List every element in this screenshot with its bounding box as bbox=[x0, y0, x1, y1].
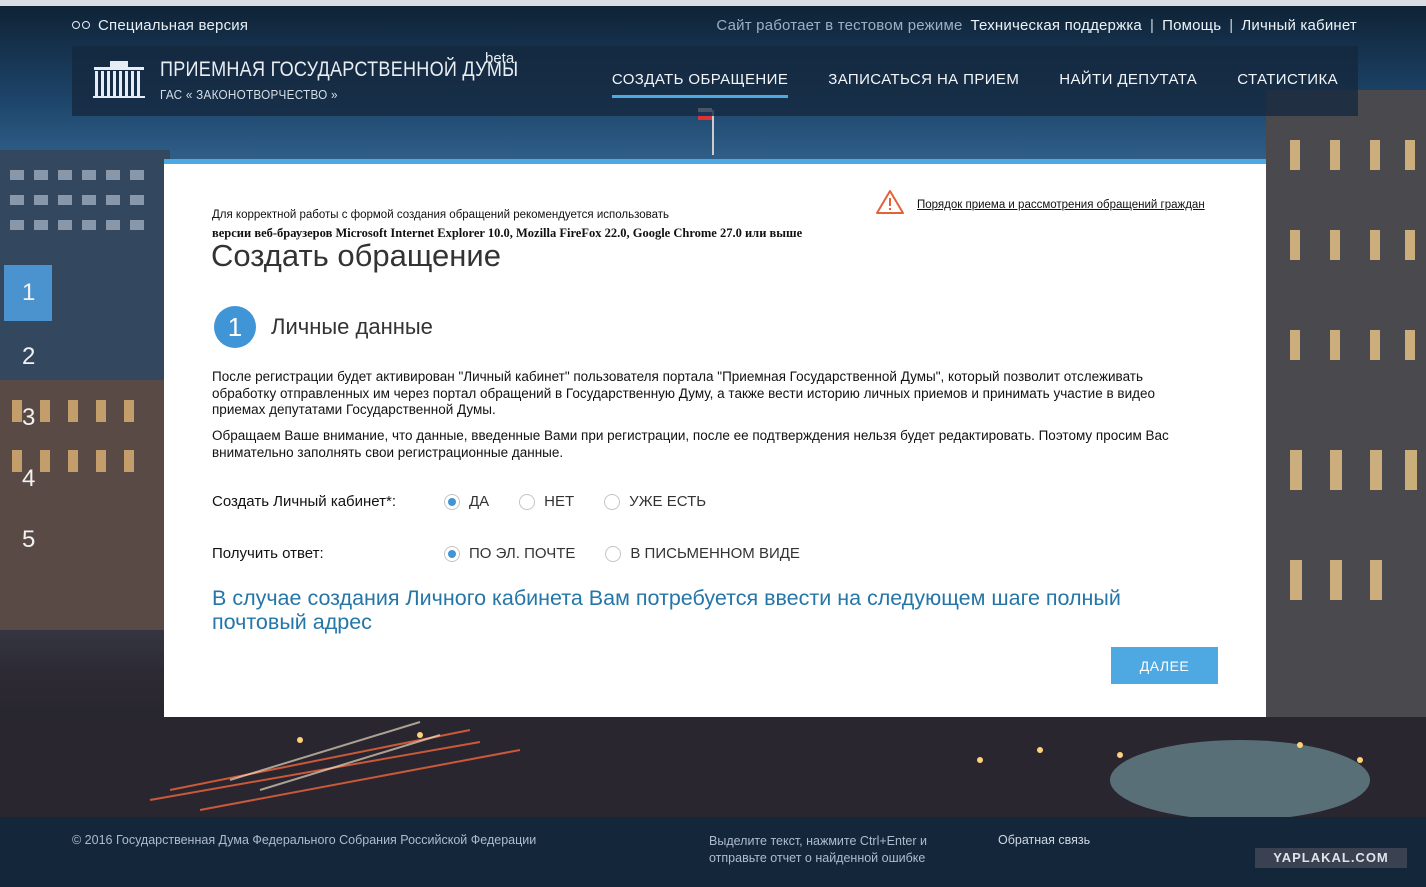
create-cabinet-no[interactable]: НЕТ bbox=[519, 493, 574, 510]
site-footer: © 2016 Государственная Дума Федерального… bbox=[0, 817, 1426, 887]
step-2[interactable]: 2 bbox=[4, 326, 52, 387]
support-link[interactable]: Техническая поддержка bbox=[971, 17, 1142, 34]
special-version-link[interactable]: Специальная версия bbox=[72, 16, 248, 34]
nav-book-reception[interactable]: ЗАПИСАТЬСЯ НА ПРИЕМ bbox=[828, 71, 1019, 92]
option-label: ПО ЭЛ. ПОЧТЕ bbox=[469, 545, 576, 562]
create-cabinet-label: Создать Личный кабинет*: bbox=[212, 493, 397, 510]
browser-note: Для корректной работы с формой создания … bbox=[212, 209, 670, 221]
separator: | bbox=[1149, 16, 1155, 34]
main-nav: СОЗДАТЬ ОБРАЩЕНИЕ ЗАПИСАТЬСЯ НА ПРИЕМ НА… bbox=[611, 46, 1338, 116]
reply-by-email[interactable]: ПО ЭЛ. ПОЧТЕ bbox=[444, 545, 575, 562]
create-cabinet-yes[interactable]: ДА bbox=[444, 493, 489, 510]
glasses-icon bbox=[72, 20, 90, 30]
step-sidebar: 1 2 3 4 5 bbox=[4, 265, 52, 570]
site-header: ПРИЕМНАЯ ГОСУДАРСТВЕННОЙ ДУМЫ ГАС « ЗАКО… bbox=[72, 46, 1358, 116]
rules-link[interactable]: Порядок приема и рассмотрения обращений … bbox=[917, 199, 1205, 211]
watermark: YAPLAKAL.COM bbox=[1255, 848, 1407, 868]
nav-create-appeal[interactable]: СОЗДАТЬ ОБРАЩЕНИЕ bbox=[611, 71, 789, 98]
radio-button-checked[interactable] bbox=[444, 493, 460, 510]
appeal-form-card: Порядок приема и рассмотрения обращений … bbox=[164, 159, 1266, 717]
feedback-link[interactable]: Обратная связь bbox=[998, 833, 1090, 847]
reply-method-label: Получить ответ: bbox=[212, 545, 324, 562]
cabinet-link[interactable]: Личный кабинет bbox=[1241, 17, 1357, 34]
option-label: В ПИСЬМЕННОМ ВИДЕ bbox=[630, 545, 800, 562]
browser-top-strip bbox=[0, 0, 1426, 6]
next-button[interactable]: ДАЛЕЕ bbox=[1111, 647, 1218, 684]
reply-method-row: Получить ответ: ПО ЭЛ. ПОЧТЕ В ПИСЬМЕННО… bbox=[212, 545, 830, 562]
page-title: Создать обращение bbox=[211, 238, 501, 273]
radio-button[interactable] bbox=[604, 493, 621, 510]
duma-building-logo[interactable] bbox=[92, 59, 146, 99]
top-links: Сайт работает в тестовом режиме Техничес… bbox=[716, 16, 1357, 34]
brand-title[interactable]: ПРИЕМНАЯ ГОСУДАРСТВЕННОЙ ДУМЫ bbox=[160, 58, 518, 82]
separator: | bbox=[1229, 16, 1234, 34]
step-title: Личные данные bbox=[271, 314, 433, 339]
beta-badge: beta bbox=[485, 50, 515, 67]
step-3[interactable]: 3 bbox=[4, 387, 52, 448]
step-1[interactable]: 1 bbox=[4, 265, 52, 321]
create-cabinet-exists[interactable]: УЖЕ ЕСТЬ bbox=[604, 493, 706, 510]
step-5[interactable]: 5 bbox=[4, 509, 52, 570]
reply-in-writing[interactable]: В ПИСЬМЕННОМ ВИДЕ bbox=[605, 545, 800, 562]
postal-address-notice: В случае создания Личного кабинета Вам п… bbox=[212, 586, 1121, 634]
special-version-label: Специальная версия bbox=[98, 16, 249, 34]
radio-button[interactable] bbox=[605, 545, 622, 562]
edit-warning: Обращаем Ваше внимание, что данные, введ… bbox=[212, 428, 1169, 460]
radio-button[interactable] bbox=[519, 493, 536, 510]
step-4[interactable]: 4 bbox=[4, 448, 52, 509]
copyright: © 2016 Государственная Дума Федерального… bbox=[72, 833, 537, 847]
option-label: ДА bbox=[469, 493, 490, 510]
test-mode-notice: Сайт работает в тестовом режиме bbox=[716, 16, 963, 34]
option-label: УЖЕ ЕСТЬ bbox=[629, 493, 707, 510]
step-number-badge: 1 bbox=[214, 306, 256, 348]
help-link[interactable]: Помощь bbox=[1162, 17, 1221, 34]
registration-info: После регистрации будет активирован "Лич… bbox=[212, 369, 1156, 417]
nav-statistics[interactable]: СТАТИСТИКА bbox=[1237, 71, 1338, 92]
report-hint-line2: отправьте отчет о найденной ошибке bbox=[709, 851, 926, 865]
option-label: НЕТ bbox=[544, 493, 575, 510]
nav-find-deputy[interactable]: НАЙТИ ДЕПУТАТА bbox=[1059, 71, 1197, 92]
create-cabinet-row: Создать Личный кабинет*: ДА НЕТ УЖЕ ЕСТЬ bbox=[212, 493, 736, 510]
brand-subtitle: ГАС « ЗАКОНОТВОРЧЕСТВО » bbox=[160, 87, 338, 102]
warning-icon bbox=[876, 190, 904, 214]
radio-button-checked[interactable] bbox=[444, 545, 460, 562]
report-hint-line1: Выделите текст, нажмите Ctrl+Enter и bbox=[709, 834, 927, 848]
error-report-hint: Выделите текст, нажмите Ctrl+Enter и отп… bbox=[709, 833, 927, 867]
